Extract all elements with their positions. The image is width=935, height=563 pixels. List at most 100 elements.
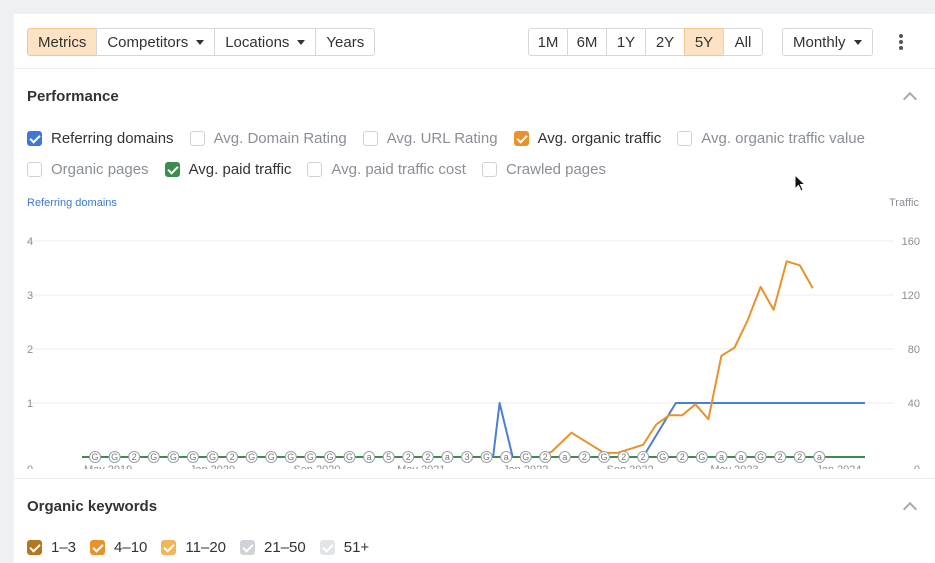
range-6m-button[interactable]: 6M (567, 28, 607, 56)
checkbox-icon[interactable] (27, 161, 42, 177)
annotation-label: a (562, 452, 567, 462)
annotation-label: 2 (425, 452, 430, 462)
annotation-label: G (326, 452, 333, 462)
right-tick-label: 80 (908, 344, 920, 356)
view-toolbar: Metrics Competitors Locations Years (27, 28, 376, 56)
interval-dropdown[interactable]: Monthly (782, 28, 873, 56)
x-tick-label: Sep 2022 (607, 464, 654, 469)
divider (14, 478, 935, 479)
annotation-label: G (287, 452, 294, 462)
annotation-label: 2 (132, 452, 137, 462)
annotation-label: G (757, 452, 764, 462)
metric-label: Avg. paid traffic (188, 160, 292, 178)
mouse-cursor-icon (794, 174, 807, 192)
annotation-label: 2 (778, 452, 783, 462)
annotation-label: G (189, 452, 196, 462)
checkbox-icon[interactable] (240, 540, 256, 555)
annotation-label: 2 (230, 452, 235, 462)
range-5y-button[interactable]: 5Y (684, 28, 724, 56)
checkbox-icon[interactable] (90, 540, 106, 555)
checkbox-icon[interactable] (513, 130, 529, 146)
checkbox-icon[interactable] (362, 130, 378, 146)
annotation-label: G (111, 452, 118, 462)
checkbox-icon[interactable] (161, 540, 177, 555)
checkbox-icon[interactable] (307, 161, 323, 177)
right-tick-label: 160 (902, 236, 920, 248)
divider (14, 68, 935, 69)
annotation-label: 2 (582, 452, 587, 462)
chevron-up-icon[interactable] (902, 501, 918, 517)
right-tick-label: 120 (902, 290, 920, 302)
organic-keywords-title: Organic keywords (27, 498, 158, 515)
kw-range-51-plus[interactable]: 51+ (319, 539, 369, 556)
annotation-label: a (739, 452, 744, 462)
metric-avg-url-rating[interactable]: Avg. URL Rating (362, 130, 498, 147)
right-tick-label: 40 (908, 398, 920, 410)
kw-range-label: 1–3 (51, 539, 77, 556)
kw-range-label: 11–20 (185, 539, 227, 556)
checkbox-icon[interactable] (27, 130, 42, 146)
metric-avg-domain-rating[interactable]: Avg. Domain Rating (189, 129, 347, 147)
more-options-icon[interactable] (898, 34, 904, 50)
annotation-label: 2 (680, 452, 685, 462)
metric-label: Avg. Domain Rating (213, 129, 347, 147)
x-tick-label: May 2021 (397, 464, 445, 469)
annotation-label: G (248, 452, 255, 462)
checkbox-icon[interactable] (27, 540, 42, 555)
metric-label: Avg. organic traffic (537, 129, 662, 147)
annotation-label: G (268, 452, 275, 462)
tab-competitors[interactable]: Competitors (96, 28, 216, 56)
metrics-row-2: Organic pages Avg. paid traffic Avg. pai… (27, 159, 622, 179)
x-tick-label: May 2019 (84, 464, 132, 469)
checkbox-icon[interactable] (164, 161, 180, 177)
annotation-label: G (659, 452, 666, 462)
metric-avg-paid-traffic[interactable]: Avg. paid traffic (164, 160, 292, 178)
checkbox-icon[interactable] (319, 540, 335, 555)
range-2y-button[interactable]: 2Y (645, 28, 685, 56)
chevron-down-icon (297, 39, 306, 45)
kw-range-label: 21–50 (264, 539, 306, 556)
range-1m-button[interactable]: 1M (528, 28, 568, 56)
annotation-label: 5 (386, 452, 391, 462)
tab-metrics[interactable]: Metrics (27, 28, 98, 56)
checkbox-icon[interactable] (677, 130, 693, 146)
left-tick-label: 2 (27, 344, 33, 356)
left-tick-label: 3 (27, 290, 33, 302)
x-tick-label: Jan 2022 (503, 464, 548, 469)
metric-label: Organic pages (51, 160, 149, 178)
metric-avg-organic-traffic-value[interactable]: Avg. organic traffic value (677, 130, 865, 147)
kw-range-11-20[interactable]: 11–20 (161, 539, 226, 556)
x-tick-label: Sep 2020 (293, 464, 340, 469)
tab-years[interactable]: Years (315, 28, 376, 56)
metric-referring-domains[interactable]: Referring domains (27, 130, 174, 147)
keyword-range-row: 1–3 4–10 11–20 21–50 51+ (27, 539, 383, 556)
kw-range-21-50[interactable]: 21–50 (240, 539, 306, 556)
metric-avg-organic-traffic[interactable]: Avg. organic traffic (513, 129, 662, 147)
range-all-button[interactable]: All (723, 28, 763, 56)
kw-range-4-10[interactable]: 4–10 (90, 539, 147, 556)
left-tick-label: 4 (27, 236, 33, 248)
metric-label: Crawled pages (505, 160, 606, 178)
metric-organic-pages[interactable]: Organic pages (27, 161, 149, 178)
annotation-label: 2 (543, 452, 548, 462)
annotation-label: a (445, 452, 450, 462)
annotation-label: a (367, 452, 372, 462)
range-1y-button[interactable]: 1Y (606, 28, 646, 56)
left-tick-label: 0 (27, 464, 33, 469)
chevron-down-icon (853, 39, 862, 45)
kw-range-1-3[interactable]: 1–3 (27, 539, 76, 556)
chevron-up-icon[interactable] (902, 91, 918, 107)
annotation-label: 3 (464, 452, 469, 462)
annotation-label: G (522, 452, 529, 462)
metric-label: Referring domains (51, 129, 174, 147)
annotation-label: G (209, 452, 216, 462)
metric-avg-paid-traffic-cost[interactable]: Avg. paid traffic cost (307, 161, 466, 178)
tab-competitors-label: Competitors (107, 33, 189, 51)
performance-title: Performance (27, 88, 119, 105)
tab-locations[interactable]: Locations (214, 28, 317, 56)
metrics-row-1: Referring domains Avg. Domain Rating Avg… (27, 128, 881, 148)
performance-card: Metrics Competitors Locations Years 1M 6… (14, 14, 935, 563)
checkbox-icon[interactable] (481, 161, 497, 177)
checkbox-icon[interactable] (189, 130, 205, 146)
metric-crawled-pages[interactable]: Crawled pages (481, 160, 606, 178)
